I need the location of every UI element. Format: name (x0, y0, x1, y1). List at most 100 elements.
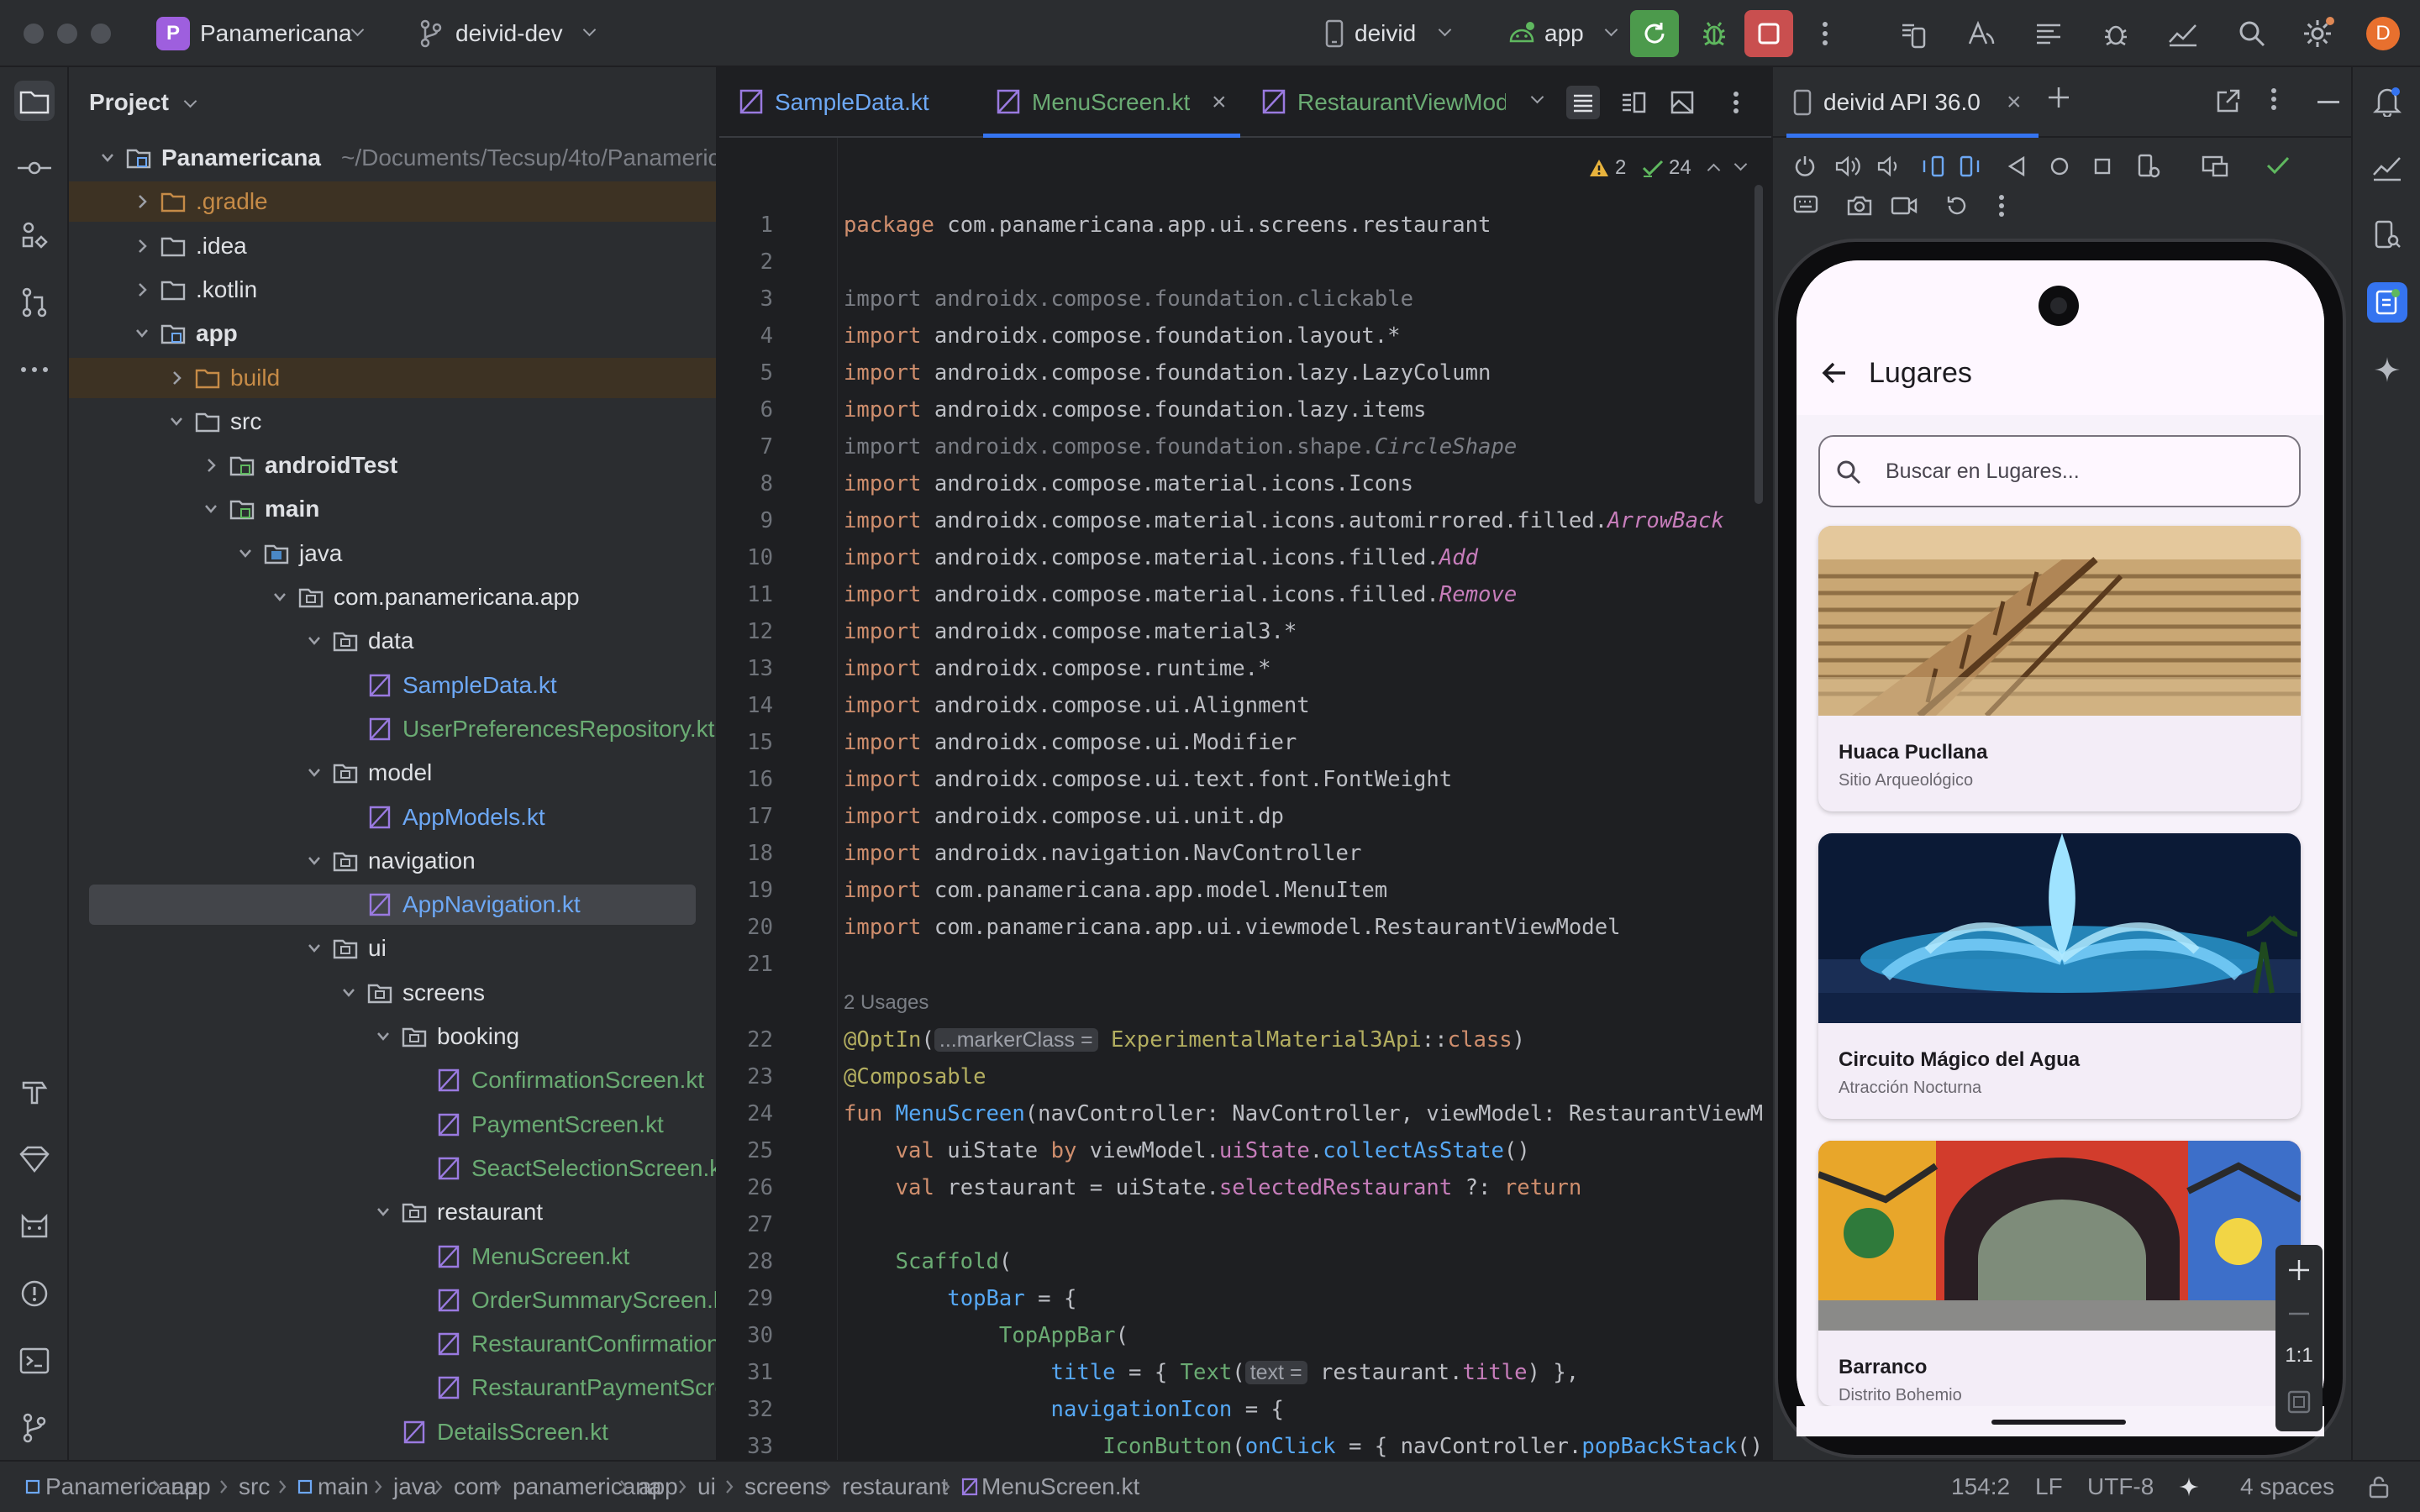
tree-item[interactable]: AppNavigation.kt (89, 885, 696, 926)
design-view-button[interactable] (1665, 86, 1699, 119)
add-device-button[interactable] (2045, 84, 2079, 118)
close-device-tab-icon[interactable]: × (2007, 67, 2022, 138)
debug-button[interactable] (1694, 13, 1734, 54)
chevron-down-icon[interactable] (271, 577, 288, 617)
ai-assistant-tool-button[interactable] (2367, 349, 2407, 390)
tree-item[interactable]: DetailsScreen.kt (69, 1412, 716, 1452)
logcat-toolbar-button[interactable] (2032, 17, 2065, 50)
chevron-down-icon[interactable] (237, 533, 254, 574)
zoom-in-icon[interactable] (2286, 1257, 2312, 1284)
tree-item[interactable]: AppModels.kt (69, 797, 716, 837)
structure-tool-button[interactable] (14, 215, 55, 255)
breadcrumb-item[interactable]: app (639, 1462, 678, 1512)
minimize-panel-button[interactable] (2317, 101, 2339, 103)
zoom-ratio[interactable]: 1:1 (2275, 1344, 2323, 1368)
project-panel-title[interactable]: Project (89, 67, 197, 138)
rotate-left-icon[interactable] (1921, 154, 1946, 179)
zoom-out-icon[interactable] (2286, 1300, 2312, 1327)
apply-changes-button[interactable] (1630, 10, 1679, 57)
chevron-right-icon[interactable] (134, 226, 150, 266)
search-field[interactable]: Buscar en Lugares... (1818, 435, 2301, 507)
place-card[interactable]: Circuito Mágico del Agua Atracción Noctu… (1818, 833, 2301, 1119)
window-zoom-button[interactable] (91, 24, 111, 44)
cursor-position[interactable]: 154:2 (1951, 1462, 2010, 1512)
gemini-tool-button[interactable] (2367, 148, 2407, 188)
code-view-button[interactable] (1566, 86, 1600, 119)
chevron-up-icon[interactable] (1707, 163, 1721, 177)
notifications-tool-button[interactable] (2367, 81, 2407, 121)
commit-tool-button[interactable] (14, 148, 55, 188)
editor-tab-restaurantviewmodel[interactable]: RestaurantViewModel.kt (1262, 67, 1506, 138)
lock-icon[interactable] (2368, 1462, 2390, 1512)
tree-item[interactable]: restaurant (69, 1192, 716, 1232)
video-icon[interactable] (1891, 195, 1918, 217)
logcat-tool-button[interactable] (14, 1206, 55, 1247)
tab-overflow-chevron-icon[interactable] (1530, 90, 1544, 104)
place-card[interactable]: Huaca Pucllana Sitio Arqueológico (1818, 526, 2301, 811)
tree-item[interactable]: RestaurantConfirmationScreen.kt (69, 1324, 716, 1364)
run-config-selector[interactable]: app (1507, 17, 1618, 50)
breadcrumb-item[interactable]: app (171, 1462, 211, 1512)
chevron-right-icon[interactable] (203, 445, 219, 486)
chevron-down-icon[interactable] (340, 973, 357, 1013)
breadcrumb-item[interactable]: src (239, 1462, 270, 1512)
indent-setting[interactable]: 4 spaces (2240, 1462, 2334, 1512)
translations-button[interactable] (1965, 17, 1998, 50)
tree-item[interactable]: .kotlin (69, 270, 716, 310)
tree-item[interactable]: navigation (69, 841, 716, 881)
line-separator[interactable]: LF (2035, 1462, 2063, 1512)
more-tools-button[interactable] (14, 349, 55, 390)
ai-status-icon[interactable] (2178, 1462, 2200, 1512)
problems-tool-button[interactable] (14, 1273, 55, 1314)
tree-item[interactable]: screens (69, 973, 716, 1013)
breadcrumb-item[interactable]: ui (697, 1462, 716, 1512)
device-explorer-tool-button[interactable] (2367, 215, 2407, 255)
terminal-tool-button[interactable] (14, 1341, 55, 1381)
chevron-right-icon[interactable] (134, 270, 150, 310)
chevron-down-icon[interactable] (375, 1192, 392, 1232)
chevron-down-icon[interactable] (306, 621, 323, 661)
devices-more-button[interactable] (2270, 87, 2287, 118)
stop-button[interactable] (1744, 10, 1793, 57)
device-settings-icon[interactable] (2136, 154, 2161, 179)
branch-selector[interactable]: deivid-dev (418, 17, 603, 50)
home-circle-icon[interactable] (2049, 155, 2070, 177)
search-everywhere-button[interactable] (2235, 17, 2269, 50)
tree-item[interactable]: .idea (69, 226, 716, 266)
overview-square-icon[interactable] (2092, 156, 2112, 176)
split-view-button[interactable] (1617, 86, 1650, 119)
chevron-down-icon[interactable] (306, 753, 323, 793)
chevron-down-icon[interactable] (99, 138, 116, 178)
project-switcher[interactable]: P Panamericana (156, 17, 375, 50)
gem-tool-button[interactable] (14, 1139, 55, 1179)
editor-more-button[interactable] (1719, 86, 1753, 119)
checkmark-icon[interactable] (2265, 155, 2291, 176)
breadcrumb-item[interactable]: main (318, 1462, 369, 1512)
tree-item[interactable]: RestaurantPaymentScreen.kt (69, 1368, 716, 1408)
build-tool-button[interactable] (14, 1072, 55, 1112)
avatar[interactable]: D (2366, 17, 2400, 50)
camera-icon[interactable] (1847, 194, 1872, 218)
tree-item[interactable]: Panamericana ~/Documents/Tecsup/4to/Panam… (69, 138, 716, 178)
power-icon[interactable] (1793, 155, 1817, 178)
tree-item[interactable]: SeactSelectionScreen.kt (69, 1148, 716, 1189)
profiler-button[interactable] (2166, 17, 2200, 50)
more-actions-button[interactable] (1808, 17, 1842, 50)
chevron-down-icon[interactable] (1733, 157, 1748, 171)
tree-item[interactable]: PaymentScreen.kt (69, 1105, 716, 1145)
back-triangle-icon[interactable] (2007, 155, 2027, 177)
keyboard-icon[interactable] (1793, 193, 1818, 218)
volume-up-icon[interactable] (1835, 155, 1860, 178)
running-devices-tool-button[interactable] (2367, 282, 2407, 323)
back-arrow-icon[interactable] (1817, 354, 1854, 391)
tree-item[interactable]: UserPreferencesRepository.kt (69, 709, 716, 749)
chevron-right-icon[interactable] (134, 181, 150, 222)
device-manager-button[interactable] (1897, 17, 1931, 50)
tree-item[interactable]: booking (69, 1016, 716, 1057)
reset-icon[interactable] (1944, 193, 1970, 218)
screen-mirror-icon[interactable] (2202, 154, 2228, 179)
chevron-down-icon[interactable] (203, 489, 219, 529)
window-minimize-button[interactable] (57, 24, 77, 44)
editor-tab-sampledata[interactable]: SampleData.kt (739, 67, 983, 138)
tree-item[interactable]: model (69, 753, 716, 793)
